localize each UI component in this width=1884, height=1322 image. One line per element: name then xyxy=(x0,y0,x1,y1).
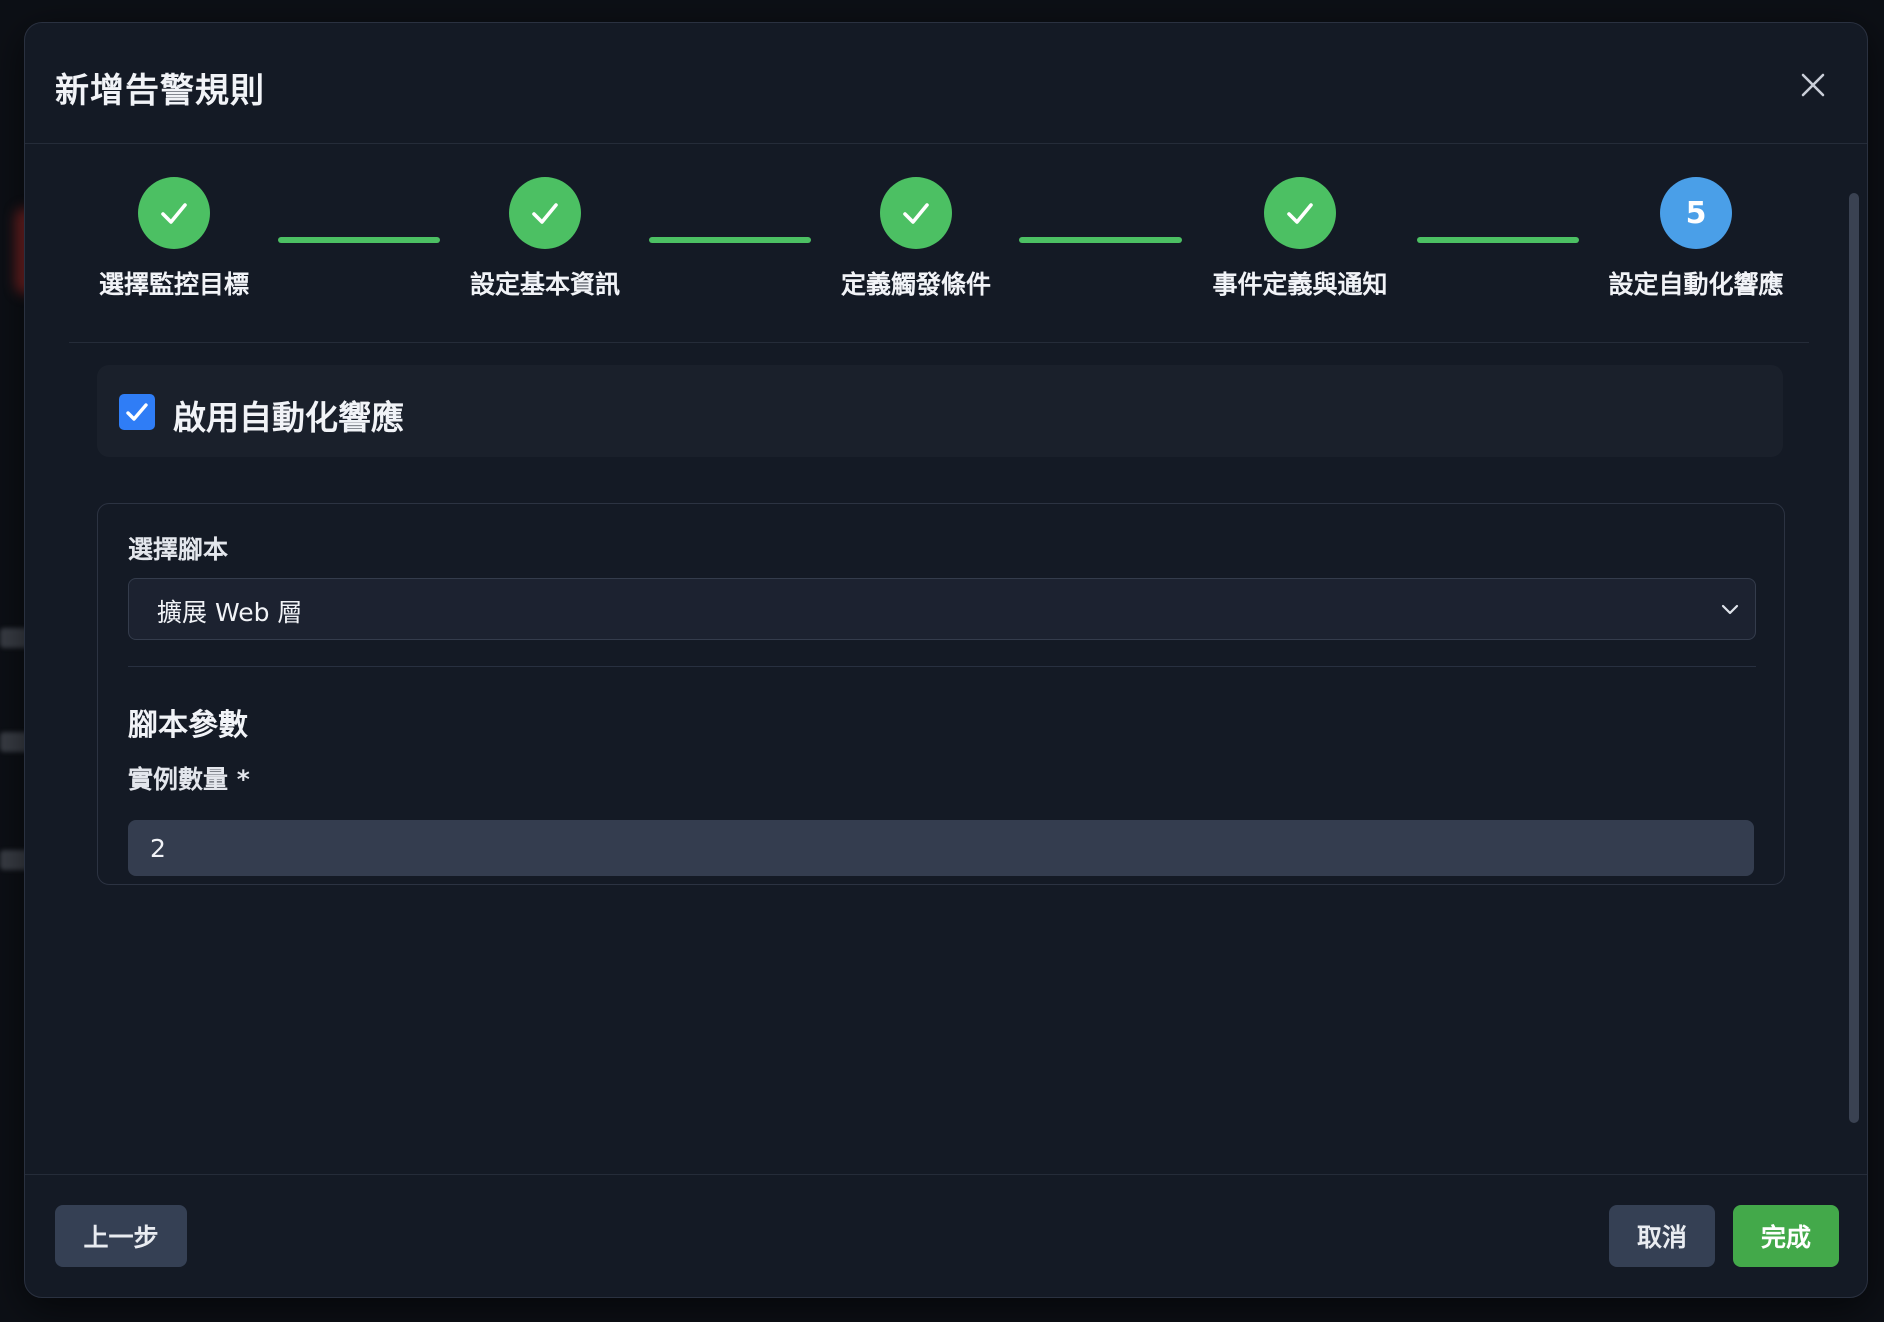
step-select-target[interactable]: 選擇監控目標 xyxy=(54,177,294,301)
step-complete-badge xyxy=(509,177,581,249)
dialog-title: 新增告警規則 xyxy=(55,71,265,111)
instance-count-label: 實例數量 * xyxy=(128,765,250,794)
finish-button[interactable]: 完成 xyxy=(1733,1205,1839,1267)
dialog-footer: 上一步 取消 完成 xyxy=(25,1174,1867,1297)
close-icon xyxy=(1801,73,1825,97)
enable-automation-label: 啟用自動化響應 xyxy=(173,398,404,437)
chevron-down-icon xyxy=(1721,604,1739,615)
step-number-badge: 5 xyxy=(1660,177,1732,249)
check-icon xyxy=(161,203,187,224)
step-connector xyxy=(278,237,440,243)
step-label: 設定基本資訊 xyxy=(469,270,620,299)
step-connector xyxy=(1417,237,1579,243)
step-complete-badge xyxy=(138,177,210,249)
script-select-value: 擴展 Web 層 xyxy=(157,598,303,627)
step-complete-badge xyxy=(880,177,952,249)
step-auto-response[interactable]: 5 設定自動化響應 xyxy=(1576,177,1816,301)
step-label: 事件定義與通知 xyxy=(1212,270,1388,299)
check-icon xyxy=(532,203,558,224)
step-label: 定義觸發條件 xyxy=(840,270,991,299)
step-label: 選擇監控目標 xyxy=(98,270,249,299)
check-icon xyxy=(1287,203,1313,224)
divider xyxy=(128,666,1756,667)
step-trigger-conditions[interactable]: 定義觸發條件 xyxy=(796,177,1036,301)
add-alert-rule-dialog: 新增告警規則 選擇監控目標 設定基本資訊 定義觸發條件 事件定義與通知 5 設定… xyxy=(24,22,1868,1298)
checkmark-icon xyxy=(126,403,148,421)
enable-automation-panel: 啟用自動化響應 xyxy=(97,365,1783,457)
step-connector xyxy=(649,237,811,243)
script-params-heading: 腳本參數 xyxy=(128,708,248,743)
divider xyxy=(69,342,1809,343)
scrollbar[interactable] xyxy=(1849,173,1859,1133)
script-select[interactable]: 擴展 Web 層 xyxy=(128,578,1756,640)
enable-automation-checkbox[interactable] xyxy=(119,394,155,430)
step-label: 設定自動化響應 xyxy=(1608,270,1784,299)
cancel-button[interactable]: 取消 xyxy=(1609,1205,1715,1267)
instance-count-input[interactable] xyxy=(128,820,1754,876)
script-settings-panel: 選擇腳本 擴展 Web 層 腳本參數 實例數量 * xyxy=(97,503,1785,885)
previous-step-button[interactable]: 上一步 xyxy=(55,1205,187,1267)
step-progress: 選擇監控目標 設定基本資訊 定義觸發條件 事件定義與通知 5 設定自動化響應 xyxy=(25,143,1867,343)
dialog-header: 新增告警規則 xyxy=(25,23,1867,144)
check-icon xyxy=(903,203,929,224)
script-select-label: 選擇腳本 xyxy=(128,535,229,564)
step-basic-info[interactable]: 設定基本資訊 xyxy=(425,177,665,301)
scrollbar-thumb[interactable] xyxy=(1849,193,1859,1123)
step-connector xyxy=(1019,237,1182,243)
step-event-notification[interactable]: 事件定義與通知 xyxy=(1180,177,1420,301)
close-button[interactable] xyxy=(1791,63,1835,107)
step-complete-badge xyxy=(1264,177,1336,249)
